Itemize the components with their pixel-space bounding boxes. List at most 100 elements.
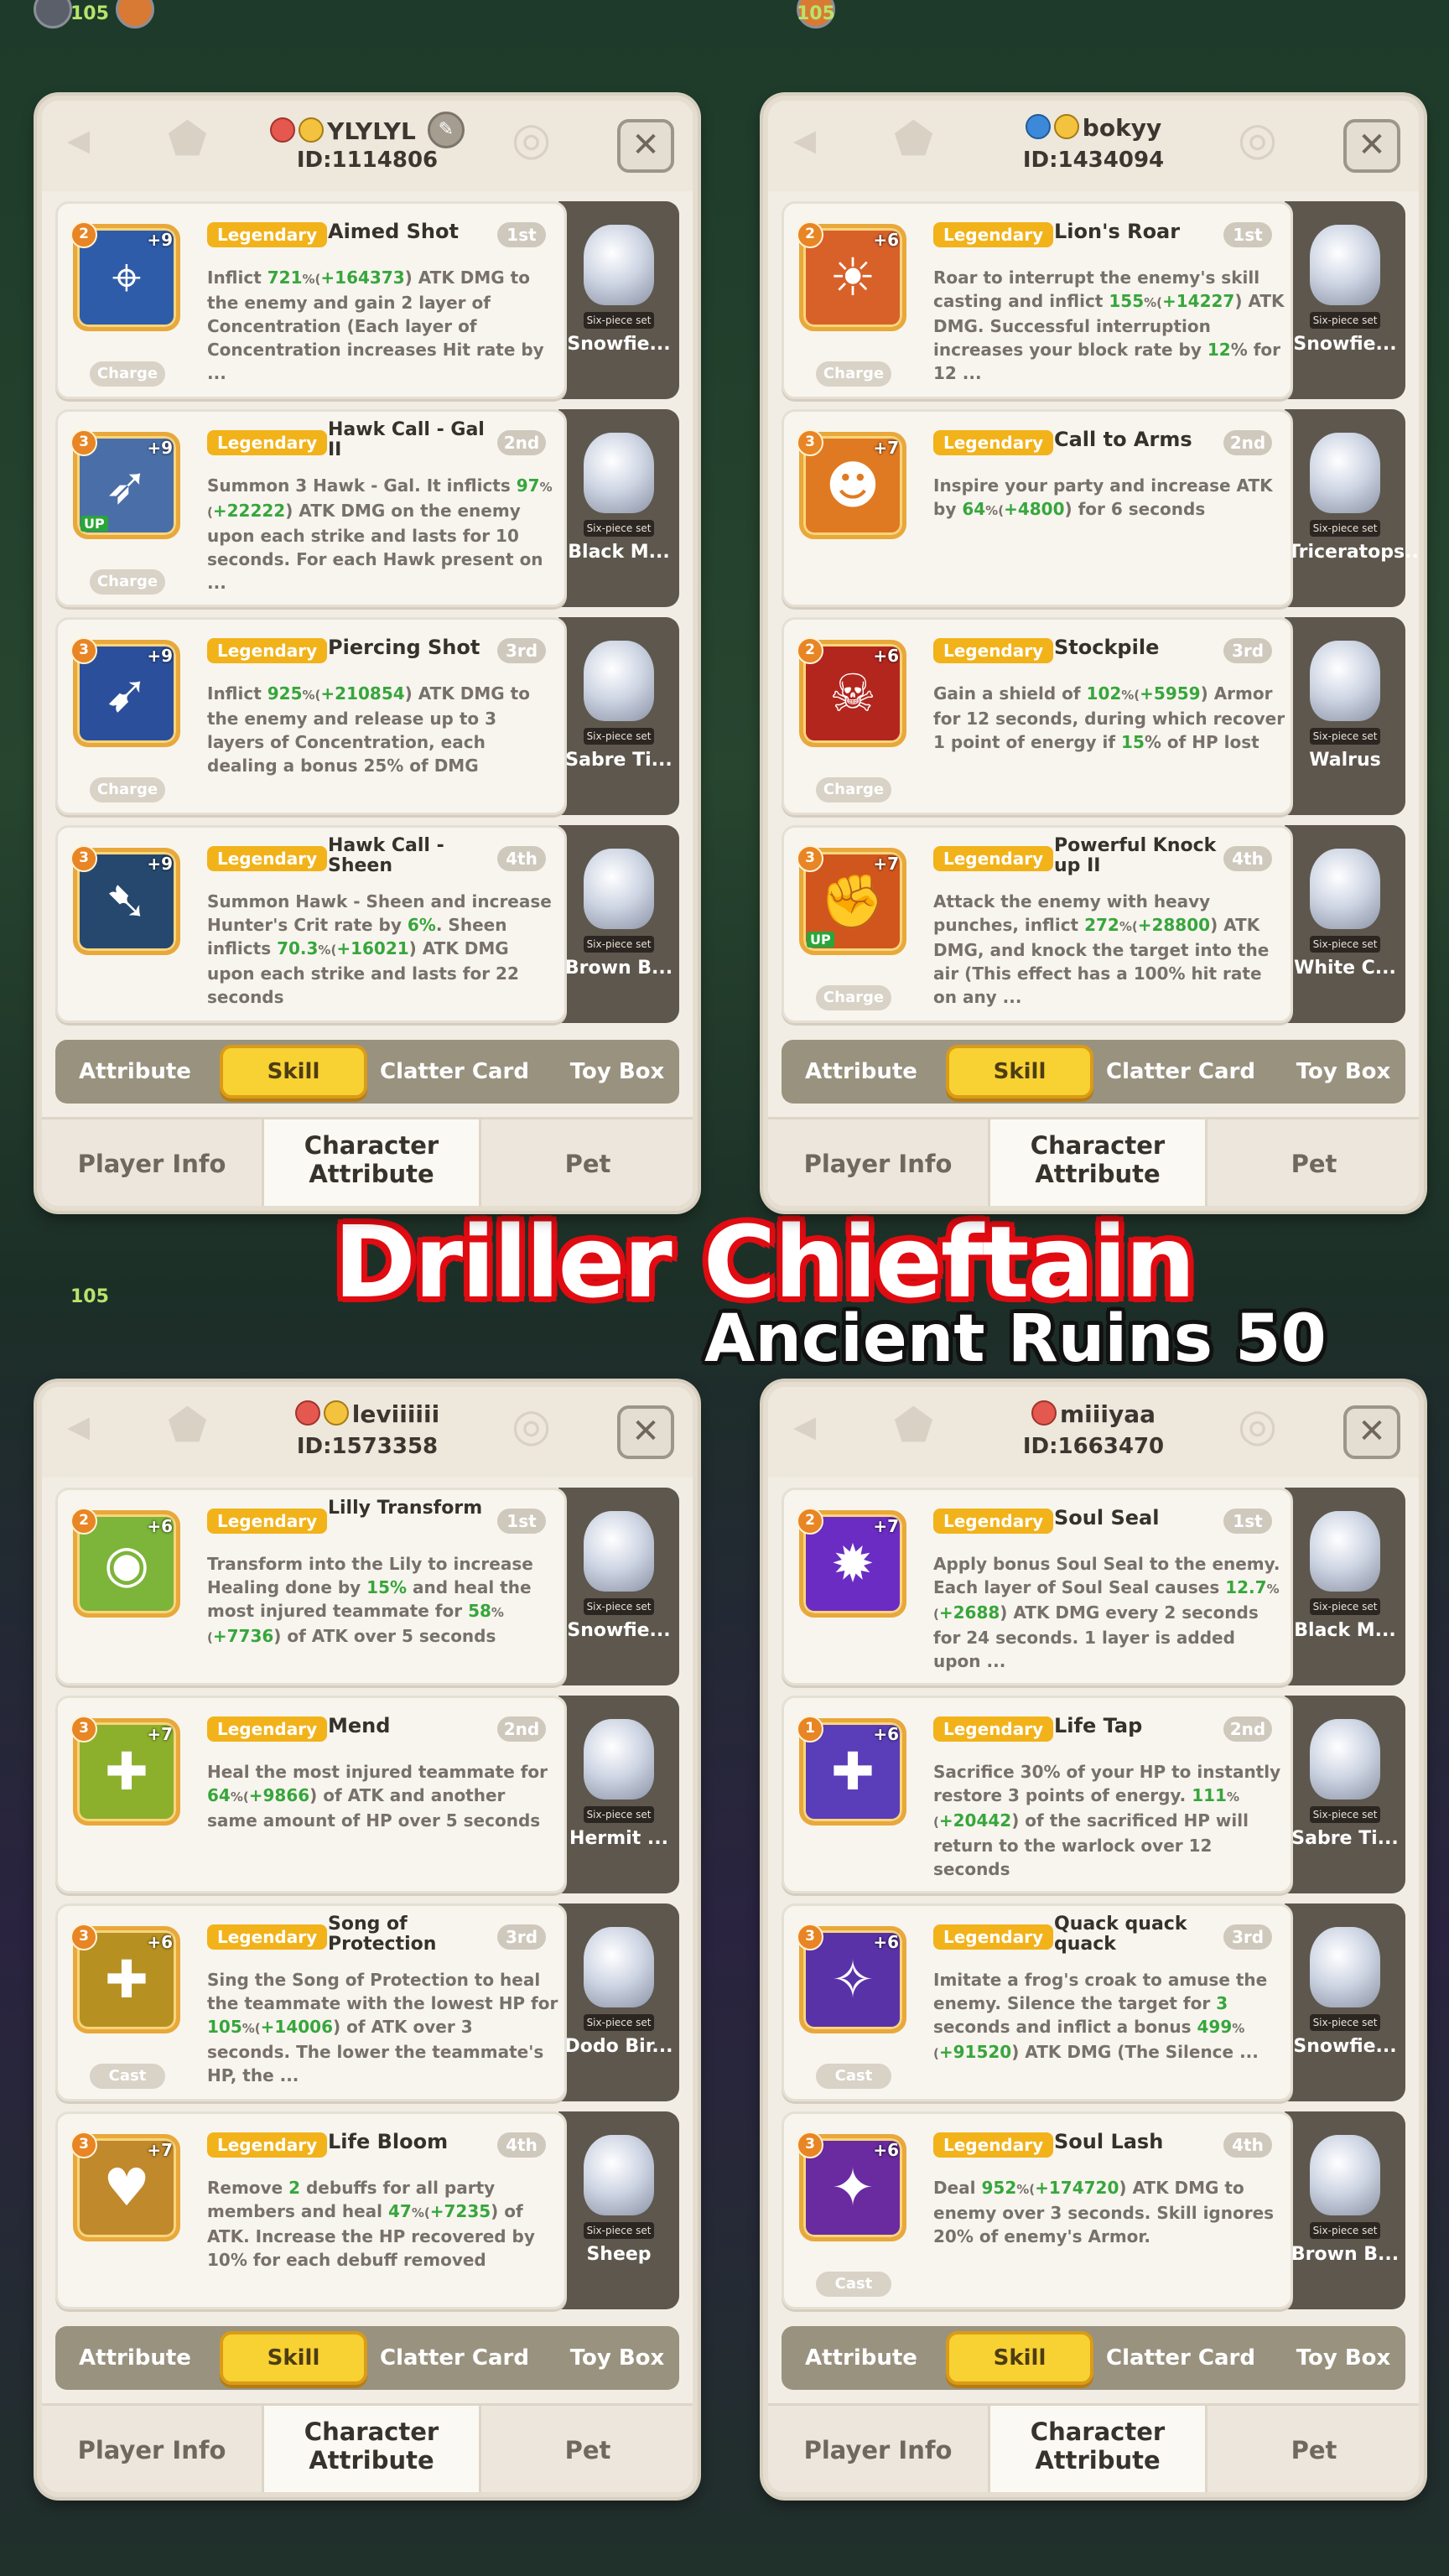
skill-mode-tag: Charge bbox=[90, 361, 165, 387]
tab-clatter-card[interactable]: Clatter Card bbox=[372, 1045, 537, 1098]
hawk-dark-icon[interactable]: ➷ 3 +9 bbox=[70, 845, 180, 955]
pet-slot[interactable]: Six-piece set Triceratops... bbox=[1285, 409, 1419, 607]
tab-skill[interactable]: Skill bbox=[220, 1045, 367, 1098]
skill-card[interactable]: Six-piece set Brown B... ✦ 3 +6 Cast Leg… bbox=[782, 2111, 1405, 2309]
skill-name: Aimed Shot bbox=[328, 220, 459, 243]
tab-skill[interactable]: Skill bbox=[946, 1045, 1093, 1098]
hawk-icon[interactable]: ➶ 3 +9 UP bbox=[70, 429, 180, 539]
tab-pet[interactable]: Pet bbox=[478, 1119, 693, 1206]
owl-icon[interactable]: ◉ 2 +6 bbox=[70, 1508, 180, 1618]
tab-character-attribute[interactable]: Character Attribute bbox=[988, 1119, 1208, 1206]
heal-cross-icon[interactable]: ✚ 3 +7 bbox=[70, 1716, 180, 1826]
tab-clatter-card[interactable]: Clatter Card bbox=[372, 2331, 537, 2385]
pet-slot[interactable]: Six-piece set Brown B... bbox=[558, 825, 679, 1023]
frog-icon[interactable]: ✧ 3 +6 bbox=[797, 1924, 906, 2033]
skill-desc-part: 155 bbox=[1109, 291, 1145, 311]
tab-toy-box[interactable]: Toy Box bbox=[1285, 1045, 1402, 1098]
pet-slot[interactable]: Six-piece set Black M... bbox=[558, 409, 679, 607]
pet-slot[interactable]: Six-piece set Hermit ... bbox=[558, 1696, 679, 1893]
rarity-badge: Legendary bbox=[933, 1924, 1054, 1950]
skill-plus-level: +6 bbox=[873, 1724, 899, 1744]
skill-plus-level: +6 bbox=[147, 1932, 173, 1952]
close-button[interactable]: ✕ bbox=[1343, 1405, 1400, 1459]
tab-player-info[interactable]: Player Info bbox=[768, 2406, 988, 2492]
skill-card[interactable]: Six-piece set Walrus ☠ 2 +6 Charge Legen… bbox=[782, 617, 1405, 815]
skull-shield-icon[interactable]: ☠ 2 +6 bbox=[797, 637, 906, 747]
tab-toy-box[interactable]: Toy Box bbox=[558, 2331, 676, 2385]
life-tap-icon[interactable]: ✚ 1 +6 bbox=[797, 1716, 906, 1826]
crosshair-icon[interactable]: ⌖ 2 +9 bbox=[70, 221, 180, 331]
tab-toy-box[interactable]: Toy Box bbox=[558, 1045, 676, 1098]
pet-slot[interactable]: Six-piece set Sheep bbox=[558, 2111, 679, 2309]
pet-slot[interactable]: Six-piece set Brown B... bbox=[1285, 2111, 1405, 2309]
pet-slot[interactable]: Six-piece set Snowfie... bbox=[1285, 1903, 1405, 2101]
tab-clatter-card[interactable]: Clatter Card bbox=[1098, 2331, 1263, 2385]
skill-card[interactable]: Six-piece set Sabre Ti... ✚ 1 +6 Legenda… bbox=[782, 1696, 1405, 1893]
close-button[interactable]: ✕ bbox=[1343, 119, 1400, 173]
pet-slot[interactable]: Six-piece set Sabre Ti... bbox=[1285, 1696, 1405, 1893]
song-cross-icon[interactable]: ✚ 3 +6 bbox=[70, 1924, 180, 2033]
tab-skill[interactable]: Skill bbox=[946, 2331, 1093, 2385]
pet-slot[interactable]: Six-piece set Walrus bbox=[1285, 617, 1405, 815]
lion-icon[interactable]: ☀ 2 +6 bbox=[797, 221, 906, 331]
skill-card[interactable]: Six-piece set Snowfie... ◉ 2 +6 Legendar… bbox=[55, 1488, 679, 1685]
tab-attribute[interactable]: Attribute bbox=[64, 2331, 206, 2385]
skill-card[interactable]: Six-piece set Hermit ... ✚ 3 +7 Legendar… bbox=[55, 1696, 679, 1893]
pet-slot[interactable]: Six-piece set Dodo Bir... bbox=[558, 1903, 679, 2101]
skill-card[interactable]: Six-piece set Snowfie... ☀ 2 +6 Charge L… bbox=[782, 201, 1405, 399]
pet-slot[interactable]: Six-piece set Snowfie... bbox=[1285, 201, 1405, 399]
tab-attribute[interactable]: Attribute bbox=[64, 1045, 206, 1098]
tab-character-attribute[interactable]: Character Attribute bbox=[262, 1119, 481, 1206]
skill-card-body: ☠ 2 +6 Charge Legendary Stockpile 3rd Ga… bbox=[782, 617, 1293, 815]
background-hud-top: 105 105 bbox=[0, 0, 1449, 50]
skill-card[interactable]: Six-piece set Snowfie... ⌖ 2 +9 Charge L… bbox=[55, 201, 679, 399]
skill-card[interactable]: Six-piece set Triceratops... ☻ 3 +7 Lege… bbox=[782, 409, 1419, 607]
skill-card[interactable]: Six-piece set White C... ✊ 3 +7 UP Charg… bbox=[782, 825, 1405, 1023]
skill-card[interactable]: Six-piece set Brown B... ➷ 3 +9 Legendar… bbox=[55, 825, 679, 1023]
pet-slot[interactable]: Six-piece set Black M... bbox=[1285, 1488, 1405, 1685]
tab-pet[interactable]: Pet bbox=[478, 2406, 693, 2492]
edit-pencil-icon[interactable]: ✎ bbox=[427, 112, 465, 148]
skill-name: Powerful Knock up II bbox=[1054, 835, 1217, 876]
skill-card[interactable]: Six-piece set Black M... ➶ 3 +9 UP Charg… bbox=[55, 409, 679, 607]
close-button[interactable]: ✕ bbox=[617, 119, 674, 173]
tab-character-attribute[interactable]: Character Attribute bbox=[262, 2406, 481, 2492]
tab-attribute[interactable]: Attribute bbox=[790, 1045, 932, 1098]
pet-avatar-icon bbox=[584, 225, 654, 305]
skill-card[interactable]: Six-piece set Dodo Bir... ✚ 3 +6 Cast Le… bbox=[55, 1903, 679, 2101]
tab-pet-label: Pet bbox=[1291, 2436, 1337, 2464]
tab-player-info[interactable]: Player Info bbox=[768, 1119, 988, 1206]
tab-player-info[interactable]: Player Info bbox=[42, 1119, 262, 1206]
tab-player-info[interactable]: Player Info bbox=[42, 2406, 262, 2492]
skill-card[interactable]: Six-piece set Snowfie... ✧ 3 +6 Cast Leg… bbox=[782, 1903, 1405, 2101]
pet-slot[interactable]: Six-piece set Snowfie... bbox=[558, 201, 679, 399]
close-button[interactable]: ✕ bbox=[617, 1405, 674, 1459]
skill-name: Soul Lash bbox=[1054, 2130, 1164, 2153]
skill-name: Call to Arms bbox=[1054, 428, 1192, 451]
tab-character-attribute[interactable]: Character Attribute bbox=[988, 2406, 1208, 2492]
arrows-icon[interactable]: ➹ 3 +9 bbox=[70, 637, 180, 747]
pet-slot[interactable]: Six-piece set Sabre Ti... bbox=[558, 617, 679, 815]
pet-slot[interactable]: Six-piece set Snowfie... bbox=[558, 1488, 679, 1685]
soul-flame-icon[interactable]: ✹ 2 +7 bbox=[797, 1508, 906, 1618]
sub-tab-bar: Attribute Skill Clatter Card Toy Box bbox=[55, 1040, 679, 1104]
skill-card-body: ✹ 2 +7 Legendary Soul Seal 1st Apply bon… bbox=[782, 1488, 1293, 1685]
lash-icon[interactable]: ✦ 3 +6 bbox=[797, 2132, 906, 2241]
skill-card[interactable]: Six-piece set Black M... ✹ 2 +7 Legendar… bbox=[782, 1488, 1405, 1685]
tab-pet[interactable]: Pet bbox=[1204, 1119, 1419, 1206]
warrior-icon[interactable]: ☻ 3 +7 bbox=[797, 429, 906, 539]
tab-skill[interactable]: Skill bbox=[220, 2331, 367, 2385]
tab-pet[interactable]: Pet bbox=[1204, 2406, 1419, 2492]
pet-slot[interactable]: Six-piece set White C... bbox=[1285, 825, 1405, 1023]
tab-clatter-card[interactable]: Clatter Card bbox=[1098, 1045, 1263, 1098]
skill-desc-part: %( bbox=[242, 2021, 261, 2036]
hud-value-right: 105 bbox=[797, 3, 835, 24]
tab-attribute[interactable]: Attribute bbox=[790, 2331, 932, 2385]
tab-toy-box[interactable]: Toy Box bbox=[1285, 2331, 1402, 2385]
skill-desc-part: +28800 bbox=[1137, 915, 1211, 935]
skill-card[interactable]: Six-piece set Sheep ♥ 3 +7 Legendary Lif… bbox=[55, 2111, 679, 2309]
fist-icon[interactable]: ✊ 3 +7 UP bbox=[797, 845, 906, 955]
six-piece-set-tag: Six-piece set bbox=[1310, 312, 1380, 329]
skill-card[interactable]: Six-piece set Sabre Ti... ➹ 3 +9 Charge … bbox=[55, 617, 679, 815]
heart-icon[interactable]: ♥ 3 +7 bbox=[70, 2132, 180, 2241]
